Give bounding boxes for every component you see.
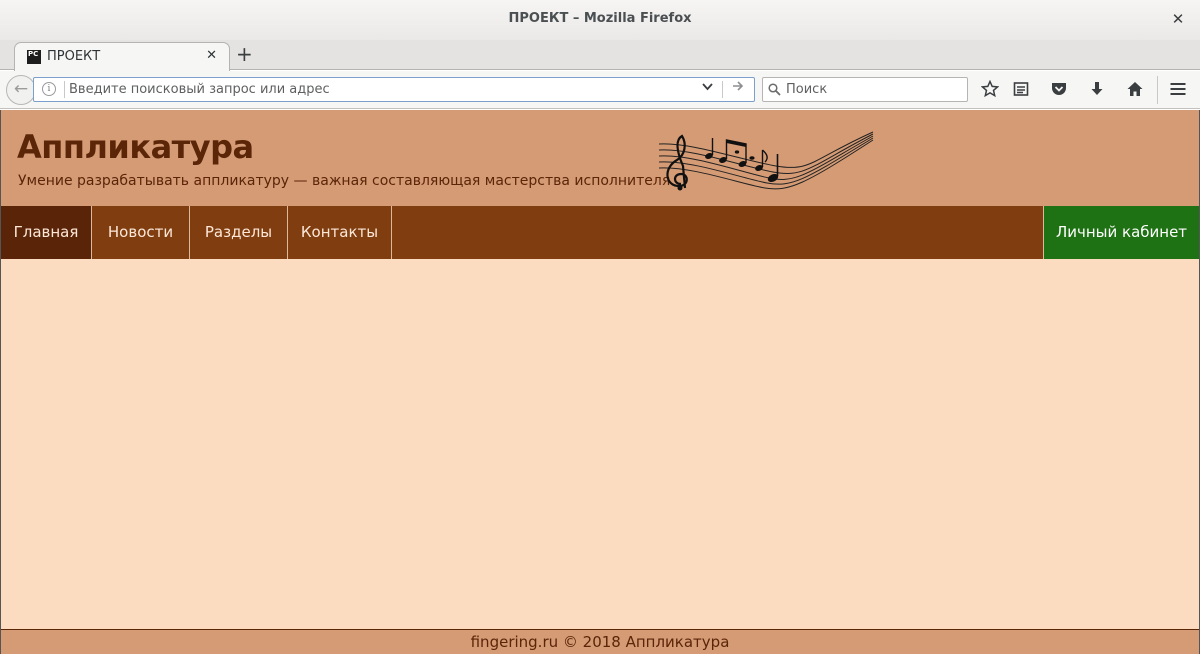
site-info-icon[interactable]: i [42, 82, 56, 96]
tab-project[interactable]: PC ПРОЕКТ ✕ [14, 42, 230, 71]
pocket-icon[interactable] [1049, 80, 1069, 100]
site-footer: fingering.ru © 2018 Аппликатура [1, 629, 1199, 654]
menu-icon[interactable] [1168, 80, 1188, 100]
navigation-toolbar: ← i [0, 71, 1200, 109]
window-titlebar: ПРОЕКТ – Mozilla Firefox ✕ [0, 0, 1200, 40]
site-tagline: Умение разрабатывать аппликатуру — важна… [18, 173, 671, 189]
search-icon [768, 81, 781, 96]
url-divider-2 [722, 81, 723, 98]
reading-list-icon[interactable] [1011, 80, 1031, 100]
home-icon[interactable] [1125, 80, 1145, 100]
chevron-down-icon[interactable] [701, 80, 714, 97]
pycharm-favicon-icon: PC [27, 50, 41, 64]
site-navigation: Главная Новости Разделы Контакты Личный … [1, 206, 1199, 259]
tab-strip: PC ПРОЕКТ ✕ + [0, 40, 1200, 71]
site-title: Аппликатура [17, 128, 254, 166]
download-icon[interactable] [1087, 80, 1107, 100]
back-button[interactable]: ← [6, 75, 36, 105]
go-arrow-icon[interactable] [731, 79, 745, 97]
bookmark-star-icon[interactable] [980, 79, 1000, 100]
toolbar-divider [1157, 76, 1158, 104]
nav-item-home[interactable]: Главная [1, 206, 92, 259]
search-bar[interactable] [762, 77, 968, 102]
site-header: Аппликатура Умение разрабатывать апплика… [1, 110, 1199, 206]
window-title: ПРОЕКТ – Mozilla Firefox [508, 11, 692, 26]
tab-close-icon[interactable]: ✕ [206, 48, 217, 63]
search-input[interactable] [786, 80, 961, 99]
nav-item-sections[interactable]: Разделы [190, 206, 288, 259]
url-bar[interactable]: i [33, 77, 755, 102]
url-input[interactable] [69, 80, 689, 99]
url-divider [64, 81, 65, 98]
nav-item-news[interactable]: Новости [92, 206, 190, 259]
music-notes-logo [658, 131, 874, 191]
page-viewport: Аппликатура Умение разрабатывать апплика… [0, 110, 1200, 654]
nav-item-contacts[interactable]: Контакты [288, 206, 392, 259]
new-tab-button[interactable]: + [236, 44, 253, 64]
window-close-icon[interactable]: ✕ [1170, 10, 1186, 28]
personal-cabinet-button[interactable]: Личный кабинет [1043, 206, 1199, 259]
tab-label: ПРОЕКТ [47, 49, 101, 64]
